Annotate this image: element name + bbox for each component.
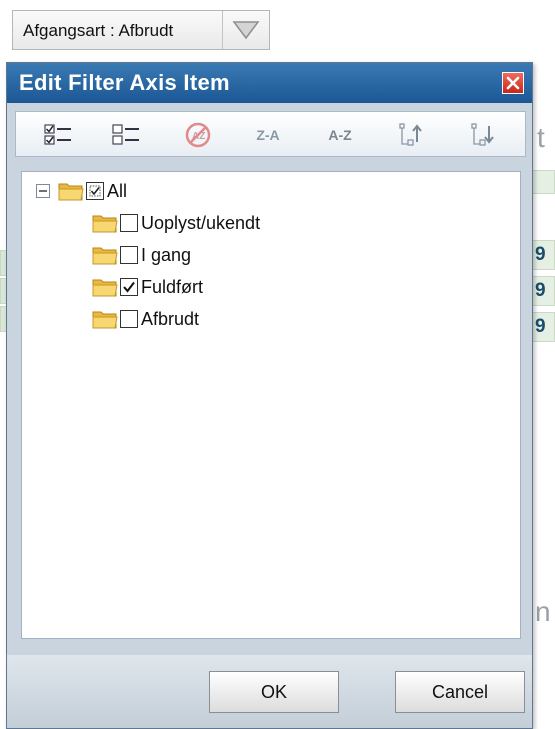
folder-icon <box>92 276 118 298</box>
folder-icon <box>92 308 118 330</box>
uncheck-all-icon <box>112 124 139 145</box>
tree-item[interactable]: I gang <box>92 240 191 270</box>
move-down-icon <box>471 123 494 146</box>
collapse-icon[interactable] <box>36 184 50 198</box>
background-row-value <box>530 170 555 194</box>
background-letter-top: t <box>537 122 545 153</box>
clear-sort-button[interactable]: AZ <box>176 118 220 152</box>
tree-panel: All Uoplyst/ukendt I gang Fuldført Afbru… <box>21 171 521 639</box>
uncheck-all-button[interactable] <box>104 118 148 152</box>
edit-filter-dialog: Edit Filter Axis Item AZ Z-A A-Z All Uop… <box>6 62 533 729</box>
filter-chip[interactable]: Afgangsart : Afbrudt <box>12 10 270 50</box>
folder-icon <box>92 244 118 266</box>
dropdown-triangle-icon[interactable] <box>222 11 269 49</box>
tree-item[interactable]: Afbrudt <box>92 304 199 334</box>
background-row-value: 9 <box>530 240 555 270</box>
dialog-title: Edit Filter Axis Item <box>19 70 230 95</box>
checkbox-partial[interactable] <box>86 182 104 200</box>
folder-icon <box>58 180 84 202</box>
dialog-footer: OK Cancel <box>7 655 532 728</box>
tree-root-label: All <box>107 180 128 201</box>
background-row-value: 9 <box>530 312 555 342</box>
tree-root[interactable]: All <box>36 176 127 206</box>
checkbox-unchecked[interactable] <box>120 214 138 232</box>
check-all-icon <box>44 124 71 145</box>
checkbox-checked[interactable] <box>120 278 138 296</box>
move-down-button[interactable] <box>460 118 504 152</box>
tree-item[interactable]: Fuldført <box>92 272 203 302</box>
sort-az-button[interactable]: A-Z <box>318 118 362 152</box>
sort-az-label: A-Z <box>328 127 352 143</box>
background-row-value: 9 <box>530 276 555 306</box>
folder-icon <box>92 212 118 234</box>
cancel-button[interactable]: Cancel <box>395 671 525 713</box>
move-up-icon <box>399 123 422 146</box>
filter-chip-label: Afgangsart : Afbrudt <box>23 21 174 40</box>
move-up-button[interactable] <box>388 118 432 152</box>
tree-item-label: Afbrudt <box>141 308 200 329</box>
tree-item-label: I gang <box>141 244 192 265</box>
clear-sort-icon: AZ <box>185 122 211 148</box>
close-icon <box>506 76 520 90</box>
dialog-titlebar[interactable]: Edit Filter Axis Item <box>7 63 532 103</box>
tree-item-label: Fuldført <box>141 276 204 297</box>
tree-item-label: Uoplyst/ukendt <box>141 212 261 233</box>
checkbox-unchecked[interactable] <box>120 310 138 328</box>
close-button[interactable] <box>502 72 524 94</box>
tree-item[interactable]: Uoplyst/ukendt <box>92 208 260 238</box>
sort-za-button[interactable]: Z-A <box>246 118 290 152</box>
checkbox-unchecked[interactable] <box>120 246 138 264</box>
ok-button[interactable]: OK <box>209 671 339 713</box>
dialog-toolbar: AZ Z-A A-Z <box>15 111 526 157</box>
sort-za-label: Z-A <box>256 127 280 143</box>
check-all-button[interactable] <box>36 118 80 152</box>
background-letter-bottom: n <box>535 596 551 627</box>
